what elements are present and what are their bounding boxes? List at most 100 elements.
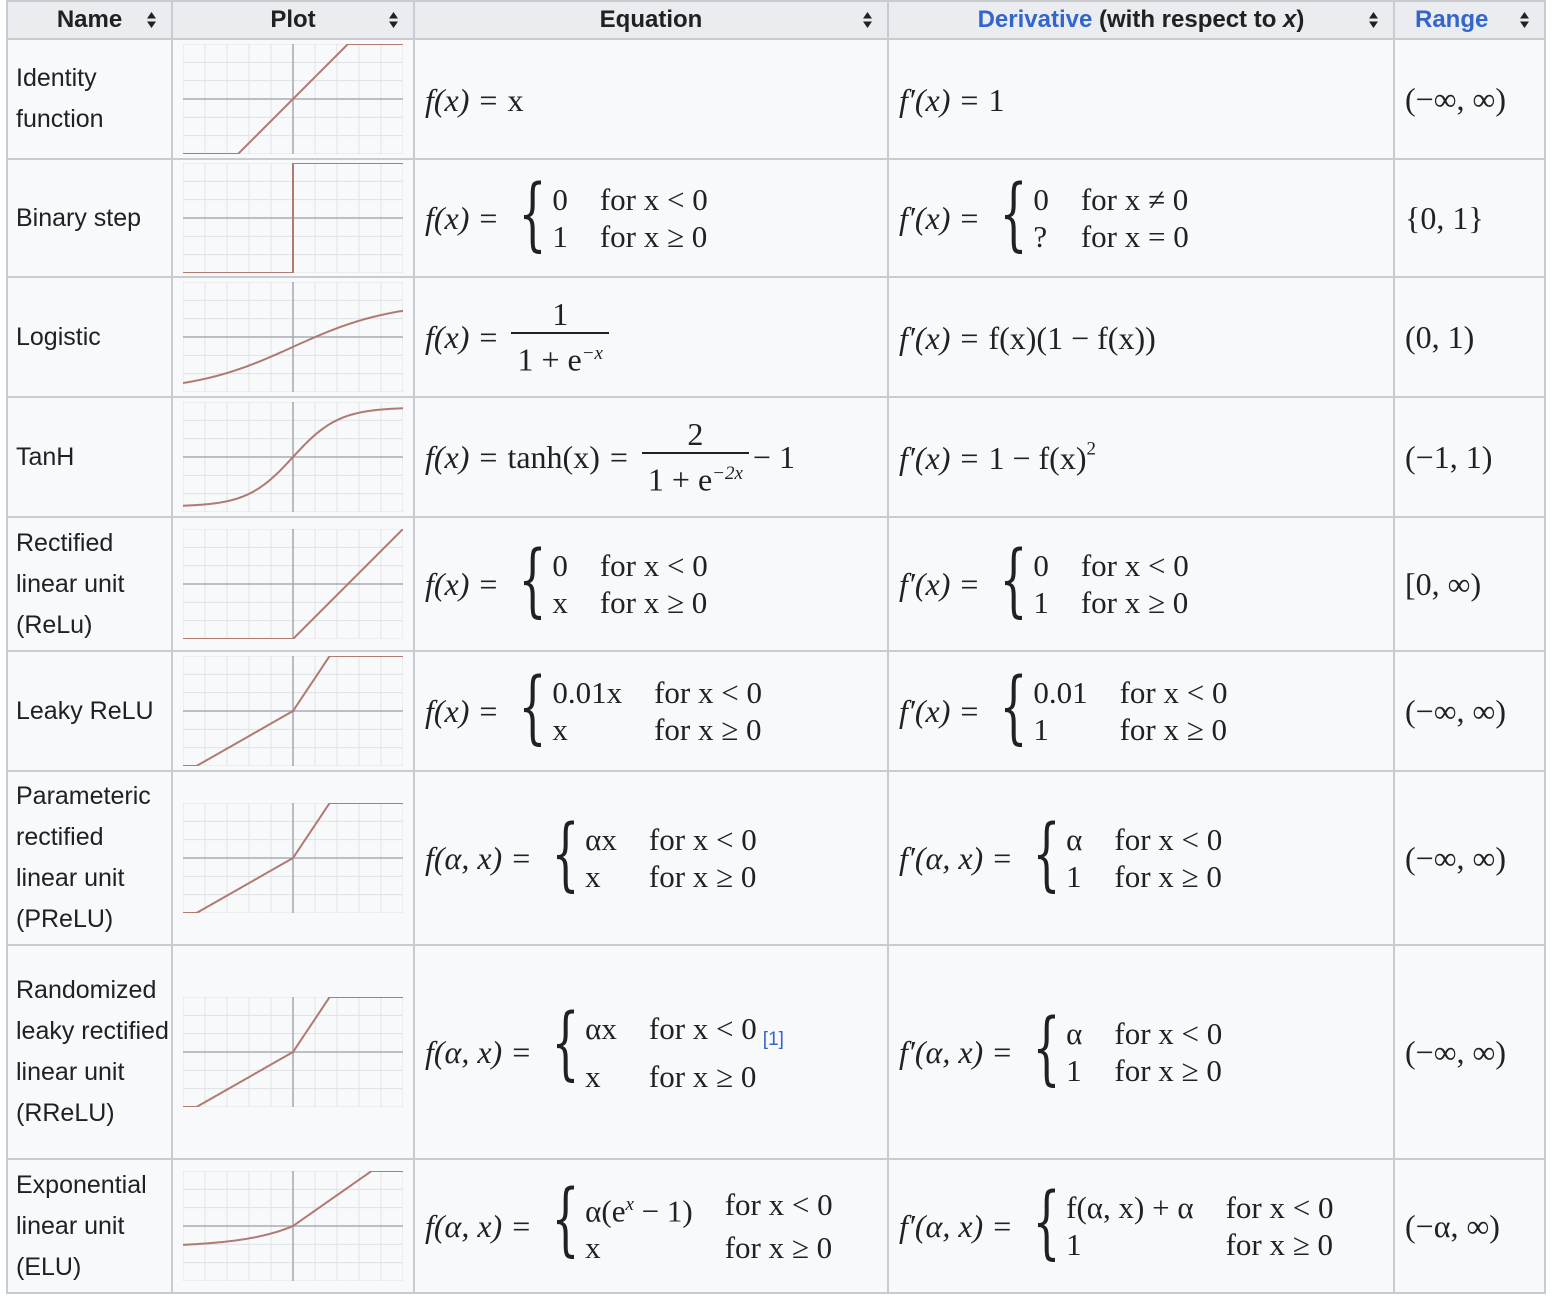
equals-sign: = [479, 199, 498, 236]
case-value-text: 1 [1066, 1053, 1082, 1088]
column-header-derivative-label: Derivative (with respect to x) [978, 6, 1305, 34]
equation-lhs: f(x) [425, 318, 470, 355]
plot-cell [171, 650, 415, 772]
function-name-text: TanH [16, 442, 75, 471]
column-header-range[interactable]: Range [1393, 0, 1546, 40]
case-value-text: α(e [585, 1193, 626, 1229]
case-exponent: x [625, 1193, 634, 1215]
case-condition-text: for x ≥ 0 [1119, 712, 1228, 747]
case-value: αx [585, 821, 617, 858]
equation-lhs: f(x) [425, 82, 470, 119]
brace-icon: { [1032, 1175, 1061, 1268]
column-header-derivative[interactable]: Derivative (with respect to x) [887, 0, 1395, 40]
case-condition: for x ≥ 0 [600, 218, 708, 255]
derivative-cell: f′(x) = {0.01 for x < 0 1 for x ≥ 0 [887, 650, 1395, 772]
sort-icon[interactable] [146, 11, 157, 29]
column-header-equation-label: Equation [599, 6, 703, 33]
case-value-text: 1 [552, 219, 568, 254]
case-condition-text: for x ≥ 0 [1080, 585, 1189, 620]
case-value: α [1066, 821, 1082, 858]
derivative-rhs: f(x)(1 − f(x)) [988, 320, 1156, 357]
range-cell: [0, ∞) [1393, 516, 1546, 652]
case-condition: for x < 0 [1081, 547, 1189, 584]
cases: {0 for x < 0 1 for x ≥ 0 [507, 174, 708, 255]
column-header-equation[interactable]: Equation [413, 0, 889, 40]
cases: {0 for x < 0 1 for x ≥ 0 [988, 540, 1189, 621]
case-value: α(ex − 1) [585, 1186, 693, 1229]
range-text: [0, ∞) [1405, 565, 1482, 602]
case-condition: for x ≥ 0 [1114, 1052, 1222, 1089]
case-value-text: x [552, 712, 568, 747]
case-condition-text: for x = 0 [1080, 219, 1189, 254]
plot-cell [171, 1158, 415, 1294]
column-header-name[interactable]: Name [6, 0, 173, 40]
sort-icon[interactable] [388, 11, 399, 29]
range-text: (−α, ∞) [1405, 1207, 1500, 1244]
case-condition: for x < 0 [725, 1186, 833, 1229]
case-value-text: 0 [552, 182, 568, 217]
case-value: 1 [1033, 711, 1087, 748]
case-condition-text: for x ≥ 0 [1114, 1053, 1222, 1088]
derivative-rhs-exponent: 2 [1086, 438, 1096, 460]
case-condition: for x ≠ 0 [1081, 181, 1189, 218]
case-condition-text: for x < 0 [724, 1186, 833, 1222]
cases-grid: f(α, x) + α for x < 0 1 for x ≥ 0 [1066, 1189, 1333, 1263]
plot-chart [183, 402, 403, 512]
case-value: 0.01x [552, 674, 622, 711]
case-value: x [585, 1229, 693, 1266]
sort-icon[interactable] [1368, 11, 1379, 29]
function-name: Randomized leaky rectified linear unit (… [6, 944, 173, 1160]
case-value: x [585, 858, 617, 895]
equals-sign: = [960, 199, 979, 236]
derivative-lhs: f′(x) [899, 692, 951, 729]
plot-cell [171, 276, 415, 398]
case-value-text: x [552, 585, 568, 620]
table-row: Parameteric rectified linear unit (PReLU… [6, 770, 1546, 946]
case-value-text: x [585, 1230, 601, 1266]
case-condition: for x < 0 [654, 674, 762, 711]
column-header-plot[interactable]: Plot [171, 0, 415, 40]
case-condition: for x ≥ 0 [649, 858, 757, 895]
derivative-lhs: f′(α, x) [899, 1207, 984, 1244]
case-condition: for x = 0 [1081, 218, 1189, 255]
derivative-lhs: f′(x) [899, 440, 951, 477]
derivative-lhs: f′(α, x) [899, 839, 984, 876]
column-header-name-label: Name [56, 6, 123, 33]
fraction-denominator: 1 + e−2x [641, 452, 749, 498]
function-name-text: Logistic [16, 322, 101, 351]
equation-cell: f(x) = {0 for x < 0 1 for x ≥ 0 [413, 158, 889, 278]
sort-icon[interactable] [1519, 11, 1530, 29]
case-value: α [1066, 1015, 1082, 1052]
case-condition-text: for x < 0 [654, 675, 762, 710]
case-condition-text: for x ≥ 0 [599, 585, 708, 620]
cases-grid: α for x < 0 1 for x ≥ 0 [1066, 1015, 1222, 1089]
derivative-cell: f′(α, x) = {f(α, x) + α for x < 0 1 for x ≥ 0 [887, 1158, 1395, 1294]
cases: {0.01x for x < 0 x for x ≥ 0 [507, 667, 762, 748]
activation-functions-table: Name Plot Equation Derivative (with resp… [6, 0, 1546, 1294]
equation-trail: − 1 [752, 438, 795, 475]
case-condition: for x ≥ 0 [1081, 584, 1189, 621]
function-name-text: Identity function [16, 64, 104, 133]
plot-cell [171, 158, 415, 278]
range-link[interactable]: Range [1415, 6, 1488, 34]
cases: {αx for x < 0 x for x ≥ 0 [540, 814, 757, 895]
derivative-link[interactable]: Derivative [978, 6, 1093, 33]
case-condition-text: for x ≥ 0 [724, 1230, 833, 1266]
case-value: 0 [552, 181, 568, 218]
case-value: 1 [1066, 1226, 1193, 1263]
case-condition-text: for x < 0 [1119, 675, 1228, 710]
cases: {αx for x < 0 [1] x for x ≥ 0 [540, 1002, 784, 1095]
range-text: (−1, 1) [1405, 438, 1493, 475]
equals-sign: = [512, 839, 531, 876]
sort-icon[interactable] [862, 11, 873, 29]
fraction-numerator: 2 [687, 416, 704, 453]
citation-link[interactable]: [1] [763, 1029, 784, 1050]
case-condition-text: for x ≥ 0 [654, 712, 762, 747]
equals-sign: = [993, 1207, 1012, 1244]
case-condition-text: for x < 0 [599, 182, 708, 217]
equals-sign: = [479, 82, 498, 119]
plot-cell [171, 396, 415, 518]
equals-sign: = [512, 1207, 531, 1244]
cases-grid: αx for x < 0 [1] x for x ≥ 0 [585, 1010, 784, 1095]
case-value-text: 0 [1033, 182, 1049, 217]
